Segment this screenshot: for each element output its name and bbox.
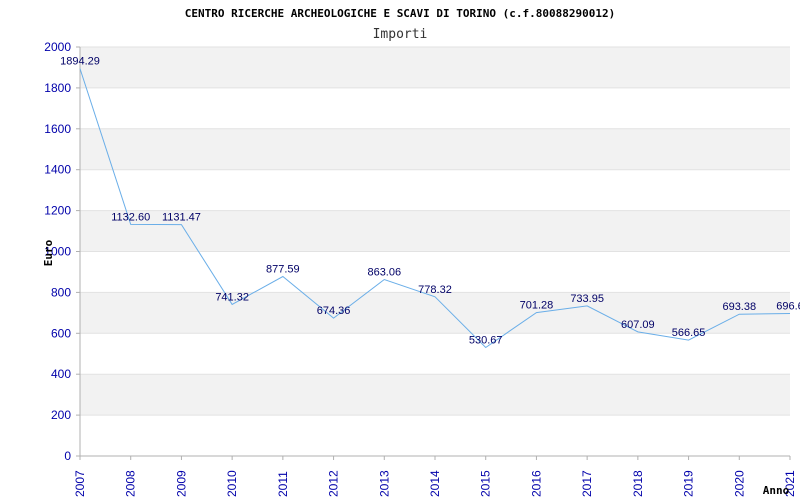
- x-tick-label: 2014: [428, 470, 442, 497]
- y-tick-label: 800: [51, 285, 71, 299]
- x-tick-label: 2007: [73, 470, 87, 497]
- data-label: 696.6: [776, 301, 800, 313]
- grid-band: [80, 128, 790, 170]
- data-label: 1894.29: [60, 56, 100, 68]
- grid-band: [80, 47, 790, 88]
- data-label: 674.36: [317, 305, 351, 317]
- data-label: 607.09: [621, 319, 655, 331]
- y-tick-label: 1600: [44, 122, 71, 136]
- y-tick-label: 1400: [44, 163, 71, 177]
- data-label: 566.65: [672, 327, 706, 339]
- x-tick-label: 2008: [124, 470, 138, 497]
- y-tick-label: 200: [51, 408, 71, 422]
- x-tick-label: 2020: [732, 470, 746, 497]
- x-axis-label: Anno: [763, 484, 790, 497]
- chart-subtitle: Importi: [373, 27, 428, 42]
- x-tick-label: 2011: [276, 471, 290, 497]
- x-tick-label: 2009: [174, 470, 188, 497]
- line-chart: 0200400600800100012001400160018002000 20…: [42, 7, 800, 497]
- data-label: 693.38: [722, 301, 756, 313]
- y-tick-label: 2000: [44, 40, 71, 54]
- x-tick-label: 2015: [479, 470, 493, 497]
- y-tick-label: 600: [51, 326, 71, 340]
- x-tick-label: 2018: [631, 470, 645, 497]
- data-label: 701.28: [520, 300, 554, 312]
- data-label: 863.06: [367, 267, 401, 279]
- data-label: 778.32: [418, 284, 452, 296]
- x-tick-label: 2012: [327, 470, 341, 497]
- data-label: 741.32: [215, 291, 249, 303]
- data-label: 530.67: [469, 334, 503, 346]
- data-label: 1131.47: [162, 212, 201, 224]
- background-bands: [80, 47, 790, 416]
- y-tick-label: 0: [64, 449, 71, 463]
- grid-band: [80, 374, 790, 416]
- chart-title: CENTRO RICERCHE ARCHEOLOGICHE E SCAVI DI…: [185, 7, 615, 20]
- data-label: 1132.60: [111, 211, 150, 223]
- y-tick-label: 400: [51, 367, 71, 381]
- data-label: 733.95: [570, 293, 604, 305]
- y-tick-label: 1800: [44, 81, 71, 95]
- x-tick-label: 2019: [682, 470, 696, 497]
- x-tick-label: 2013: [377, 470, 391, 497]
- x-tick-label: 2016: [529, 470, 543, 497]
- x-tick-labels: 2007 2008 2009 2010 2011 2012 2013 2014 2015 2016…: [73, 470, 797, 497]
- x-tick-label: 2017: [580, 470, 594, 497]
- x-tick-label: 2010: [225, 470, 239, 497]
- y-tick-label: 1200: [44, 204, 71, 218]
- y-axis-label: Euro: [42, 239, 55, 266]
- data-label: 877.59: [266, 264, 300, 276]
